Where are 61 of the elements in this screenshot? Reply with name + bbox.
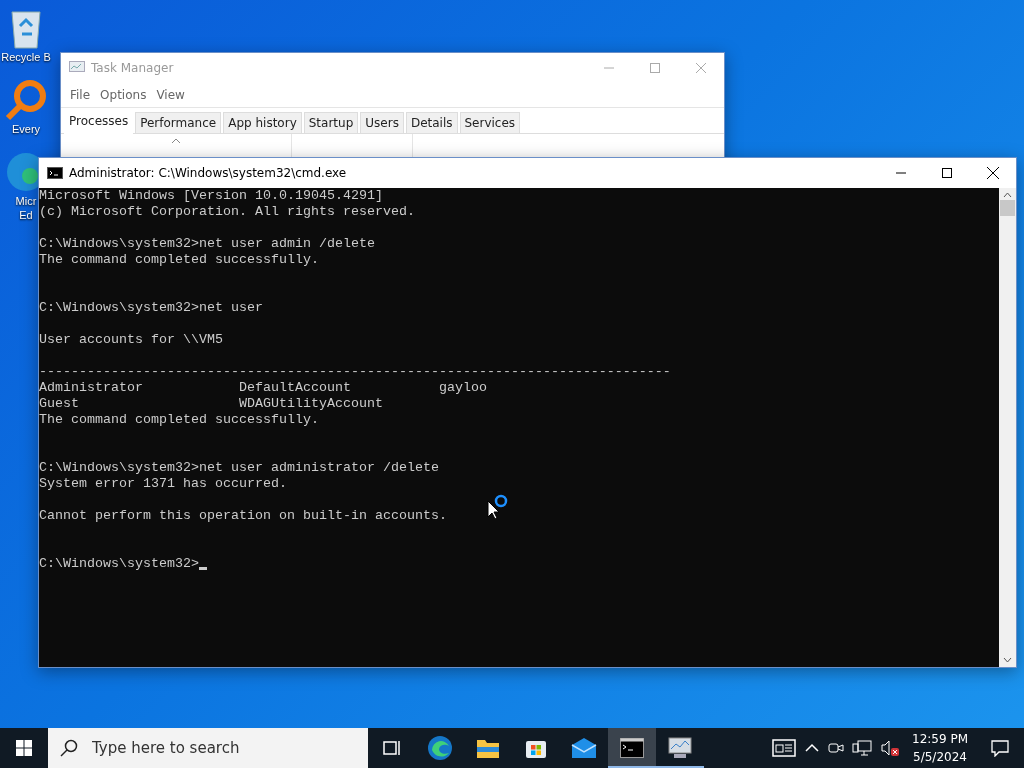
taskbar-app-button[interactable] [608, 728, 656, 768]
icon-label: Every [11, 122, 41, 136]
console-line: System error 1371 has occurred. [39, 476, 288, 492]
news-icon [772, 739, 796, 757]
muted-speaker-icon [880, 739, 900, 757]
scroll-thumb[interactable] [1000, 200, 1015, 216]
icon-label: Recycle B [1, 50, 51, 64]
console-line: Microsoft Windows [Version 10.0.19045.4291] [39, 188, 384, 204]
windows-logo-icon [16, 740, 32, 756]
magnifier-icon [4, 78, 48, 122]
search-icon [60, 739, 78, 757]
close-icon [696, 63, 706, 73]
clock-time: 12:59 PM [912, 731, 968, 748]
console-line: User accounts for \\VM5 [39, 332, 224, 348]
tab[interactable]: Startup [303, 112, 359, 134]
mail-icon [571, 737, 597, 759]
text-cursor [198, 567, 207, 570]
console-line: Cannot perform this operation on built-in accounts. [39, 508, 448, 524]
monitor-chart-icon [668, 737, 692, 759]
menu-item[interactable]: View [153, 88, 188, 102]
tab[interactable]: App history [223, 112, 302, 134]
terminal-icon [620, 738, 644, 758]
busy-pointer-icon [486, 493, 510, 519]
network-icon [852, 739, 872, 757]
console-line: C:\Windows\system32>net user [39, 300, 264, 316]
folder-icon [476, 737, 500, 759]
console-prompt: C:\Windows\system32> [39, 556, 199, 572]
window-title: Task Manager [91, 61, 175, 75]
monitor-chart-icon [69, 61, 85, 75]
tab[interactable]: Services [459, 112, 521, 134]
console-line: ------------------------------------------------------------------------------- [39, 364, 672, 380]
window-title: Administrator: C:\Windows\system32\cmd.exe [69, 166, 348, 180]
console-line: Administrator DefaultAccount gayloo [39, 380, 488, 396]
edge-icon [427, 735, 453, 761]
icon-label: Micr [15, 194, 37, 208]
console-line: Guest WDAGUtilityAccount [39, 396, 384, 412]
search-field[interactable]: Type here to search [90, 738, 344, 758]
maximize-icon [650, 63, 660, 73]
task-view-icon [382, 738, 402, 758]
tab[interactable]: Details [405, 112, 458, 134]
menu-item[interactable]: Options [97, 88, 150, 102]
speech-bubble-icon [991, 739, 1009, 757]
scroll-up-icon [1003, 192, 1012, 198]
scrollbar[interactable] [999, 188, 1016, 667]
console-line: The command completed successfully. [39, 252, 320, 268]
console-line: C:\Windows\system32>net user admin /delete [39, 236, 376, 252]
maximize-icon [942, 168, 952, 178]
scroll-down-icon [1003, 657, 1012, 663]
console-line: (c) Microsoft Corporation. All rights reserved. [39, 204, 416, 220]
close-icon [987, 167, 999, 179]
menu-item[interactable]: File [67, 88, 94, 102]
console-line: C:\Windows\system32>net user administrator /delete [39, 460, 440, 476]
search-box[interactable]: Type here to search [48, 728, 368, 768]
clock-date: 5/5/2024 [913, 749, 967, 766]
tab[interactable]: Users [360, 112, 404, 134]
sort-caret-icon [171, 138, 181, 144]
chevron-up-icon [805, 743, 819, 753]
console-line: The command completed successfully. [39, 412, 320, 428]
tab[interactable]: Performance [135, 112, 222, 134]
icon-label: Ed [19, 208, 33, 222]
terminal-icon [47, 167, 63, 179]
